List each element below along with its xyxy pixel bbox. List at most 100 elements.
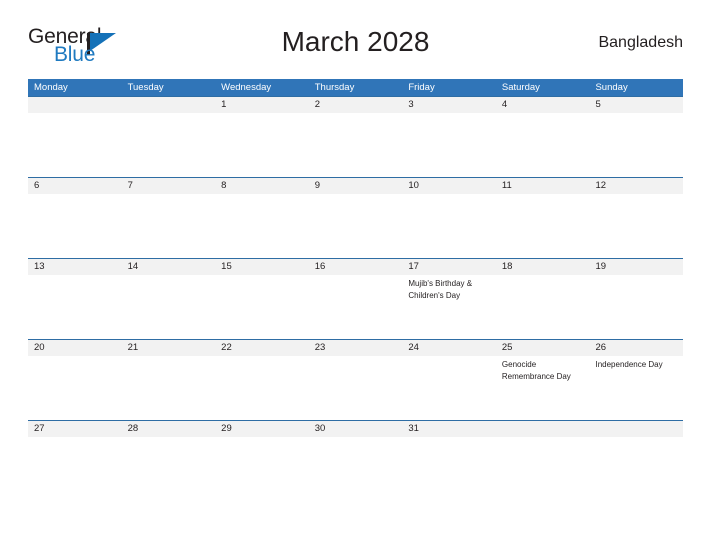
weekday-saturday: Saturday [501, 82, 540, 93]
week-row: 6 7 8 9 10 11 12 [28, 177, 683, 258]
day-cell[interactable]: 1 [215, 97, 309, 177]
weekday-header-row: Monday Tuesday Wednesday Thursday Friday… [28, 79, 683, 96]
day-cell[interactable]: 13 [28, 259, 122, 339]
day-cell-empty [122, 97, 216, 177]
day-cell[interactable]: 29 [215, 421, 309, 448]
weekday-thursday: Thursday [314, 82, 355, 93]
day-number: 18 [501, 261, 513, 272]
day-cell[interactable]: 28 [122, 421, 216, 448]
day-cell[interactable]: 12 [589, 178, 683, 258]
weekday-tuesday: Tuesday [127, 82, 164, 93]
day-number [502, 421, 590, 437]
week-cells: 1 2 3 4 5 [28, 97, 683, 177]
page-header: General Blue March 2028 Bangladesh [28, 22, 683, 70]
day-number: 30 [314, 423, 326, 434]
day-cell[interactable]: 17 Mujib's Birthday & Children's Day [402, 259, 496, 339]
week-cells: 27 28 29 30 31 [28, 421, 683, 448]
day-events: Genocide Remembrance Day [502, 356, 590, 382]
day-cell-empty [28, 97, 122, 177]
calendar-grid: Monday Tuesday Wednesday Thursday Friday… [28, 79, 683, 448]
day-cell[interactable]: 15 [215, 259, 309, 339]
day-cell[interactable]: 5 [589, 97, 683, 177]
day-cell[interactable]: 23 [309, 340, 403, 420]
day-number: 17 [408, 261, 419, 272]
day-cell[interactable]: 8 [215, 178, 309, 258]
week-row: 1 2 3 4 5 [28, 96, 683, 177]
day-number: 2 [314, 99, 321, 110]
day-number: 15 [221, 261, 232, 272]
country-label: Bangladesh [598, 34, 683, 51]
day-number [128, 97, 216, 113]
day-events: Independence Day [595, 356, 683, 371]
day-cell[interactable]: 3 [402, 97, 496, 177]
day-number: 10 [408, 180, 419, 191]
day-number: 4 [501, 99, 508, 110]
day-cell[interactable]: 24 [402, 340, 496, 420]
day-cell[interactable]: 4 [496, 97, 590, 177]
day-number: 20 [34, 342, 45, 353]
day-cell-empty [496, 421, 590, 448]
day-number: 12 [595, 180, 607, 191]
day-cell[interactable]: 25 Genocide Remembrance Day [496, 340, 590, 420]
day-number: 14 [127, 261, 139, 272]
event-label: Remembrance Day [501, 371, 571, 381]
day-cell[interactable]: 6 [28, 178, 122, 258]
week-row: 13 14 15 16 17 Mujib's Birthday & Children's D… [28, 258, 683, 339]
day-cell[interactable]: 26 Independence Day [589, 340, 683, 420]
day-number: 7 [127, 180, 133, 191]
day-number: 1 [221, 99, 227, 110]
day-number [595, 421, 683, 437]
day-number: 23 [314, 342, 326, 353]
day-cell[interactable]: 19 [589, 259, 683, 339]
page-title: March 2028 [281, 26, 430, 57]
weekday-wednesday: Wednesday [221, 82, 272, 93]
event-label: Mujib's Birthday & [408, 279, 473, 288]
event-label: Children's Day [408, 290, 461, 300]
day-cell[interactable]: 30 [309, 421, 403, 448]
event-label: Independence Day [595, 360, 663, 369]
day-number: 22 [221, 342, 232, 353]
day-number: 27 [34, 423, 45, 434]
day-events: Mujib's Birthday & Children's Day [408, 275, 496, 301]
day-cell[interactable]: 16 [309, 259, 403, 339]
day-cell-empty [589, 421, 683, 448]
day-number: 29 [221, 423, 232, 434]
event-label: Genocide [501, 360, 537, 369]
calendar-weeks: 1 2 3 4 5 6 7 8 9 10 11 12 13 14 15 16 17 Mujib's Birthda… [28, 96, 683, 448]
day-number: 26 [595, 342, 607, 353]
day-number: 25 [501, 342, 513, 353]
day-number: 11 [501, 180, 512, 191]
week-cells: 13 14 15 16 17 Mujib's Birthday & Children's D… [28, 259, 683, 339]
day-cell[interactable]: 27 [28, 421, 122, 448]
day-cell[interactable]: 31 [402, 421, 496, 448]
weekday-monday: Monday [34, 82, 68, 93]
day-number: 16 [314, 261, 326, 272]
day-cell[interactable]: 7 [122, 178, 216, 258]
day-number: 5 [595, 99, 601, 110]
calendar-page: General Blue March 2028 Bangladesh Monda… [0, 0, 712, 550]
weekday-friday: Friday [408, 82, 435, 93]
day-number: 6 [34, 180, 40, 191]
weekday-sunday: Sunday [595, 82, 628, 93]
day-number: 24 [408, 342, 419, 353]
day-cell[interactable]: 9 [309, 178, 403, 258]
day-cell[interactable]: 21 [122, 340, 216, 420]
day-number [34, 97, 122, 113]
day-cell[interactable]: 10 [402, 178, 496, 258]
day-number: 3 [408, 99, 414, 110]
day-number: 19 [595, 261, 607, 272]
week-row: 20 21 22 23 24 25 Genocide Remembrance Day 26 Ind… [28, 339, 683, 420]
day-cell[interactable]: 11 [496, 178, 590, 258]
day-cell[interactable]: 18 [496, 259, 590, 339]
week-cells: 20 21 22 23 24 25 Genocide Remembrance Day 26 Ind… [28, 340, 683, 420]
day-number: 28 [127, 423, 139, 434]
day-cell[interactable]: 22 [215, 340, 309, 420]
day-cell[interactable]: 14 [122, 259, 216, 339]
day-number: 31 [408, 423, 419, 434]
week-cells: 6 7 8 9 10 11 12 [28, 178, 683, 258]
day-cell[interactable]: 20 [28, 340, 122, 420]
day-number: 8 [221, 180, 227, 191]
day-number: 9 [314, 180, 321, 191]
day-number: 13 [34, 261, 45, 272]
day-cell[interactable]: 2 [309, 97, 403, 177]
